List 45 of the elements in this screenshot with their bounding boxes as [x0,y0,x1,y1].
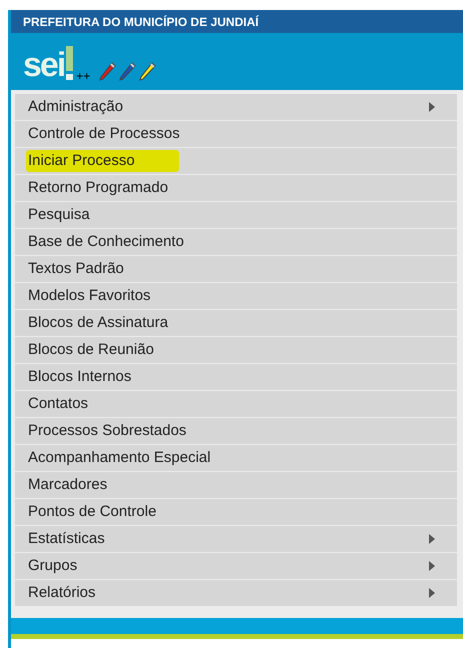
menu-item[interactable]: Blocos Internos [15,364,457,390]
menu-item-label: Pesquisa [28,204,90,225]
logo-suffix: ++ [76,70,90,82]
menu-item[interactable]: Estatísticas [15,526,457,552]
menu-item-label: Modelos Favoritos [28,286,151,306]
menu-item[interactable]: Textos Padrão [15,256,457,282]
menu-item-label: Controle de Processos [28,124,180,144]
menu-item[interactable]: Blocos de Reunião [15,337,457,363]
menu-item-label: Iniciar Processo [26,150,179,172]
menu-item[interactable]: Contatos [15,391,457,417]
menu-item[interactable]: Base de Conhecimento [15,229,457,255]
menu-item[interactable]: Controle de Processos [15,121,457,147]
menu-item-label: Blocos Internos [28,366,132,387]
menu-item[interactable]: Administração [15,94,457,120]
menu-item[interactable]: Blocos de Assinatura [15,310,457,336]
menu-item[interactable]: Grupos [15,553,457,579]
pen-icon [138,62,156,82]
menu-item-label: Blocos de Reunião [28,340,154,360]
menu-item-label: Grupos [28,556,78,576]
menu-item[interactable]: Iniciar Processo [15,148,457,174]
pen-icon [98,62,116,82]
menu-item-label: Administração [28,96,124,117]
menu-item-label: Textos Padrão [28,258,124,279]
menu-item[interactable]: Retorno Programado [15,175,457,201]
menu-item-label: Processos Sobrestados [28,420,186,441]
menu-item-label: Contatos [28,394,88,414]
logo-mark-icon [66,46,74,80]
menu-item[interactable]: Processos Sobrestados [15,418,457,444]
menu-item-label: Retorno Programado [28,178,168,198]
menu-item-label: Blocos de Assinatura [28,312,168,333]
menu-item[interactable]: Marcadores [15,472,457,498]
logo-text: sei [23,48,64,82]
menu-item-label: Marcadores [28,474,108,495]
pen-icon [118,62,136,82]
menu-item[interactable]: Modelos Favoritos [15,283,457,309]
menu-item[interactable]: Acompanhamento Especial [15,445,457,471]
menu-item-label: Acompanhamento Especial [28,448,211,468]
menu-item-label: Estatísticas [28,528,105,549]
menu-item[interactable]: Pontos de Controle [15,499,457,525]
menu-item[interactable]: Pesquisa [15,202,457,228]
menu-item-label: Base de Conhecimento [28,232,184,252]
menu-item[interactable]: Relatórios [15,580,457,606]
header-title: PREFEITURA DO MUNICÍPIO DE JUNDIAÍ [23,14,259,30]
menu-item-label: Pontos de Controle [28,502,156,522]
menu-item-label: Relatórios [28,582,96,603]
